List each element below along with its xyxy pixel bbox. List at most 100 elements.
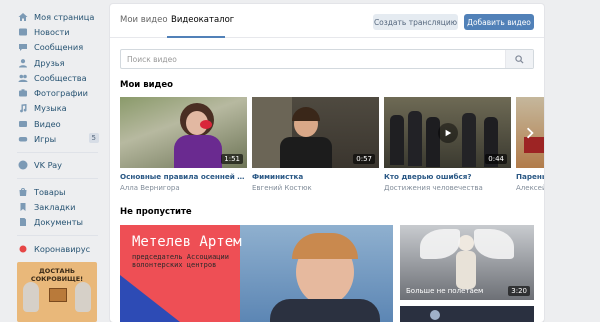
- video-author[interactable]: Алла Вернигора: [120, 184, 247, 192]
- thumb-logo: [430, 310, 440, 320]
- side-video-thumbnail[interactable]: Больше не полетаем 3:20: [400, 225, 534, 300]
- divider: [17, 234, 98, 236]
- sidebar-item-covid[interactable]: Коронавирус: [0, 241, 108, 256]
- goods-icon: [17, 186, 28, 197]
- video-title[interactable]: Парень п...: [516, 172, 544, 181]
- thumb-figure-body: [174, 135, 222, 168]
- thumb-figure: [408, 111, 422, 166]
- featured-subtitle: председатель Ассоциации волонтерских цен…: [132, 253, 229, 269]
- video-card[interactable]: Парень п... Алексей Е...: [516, 97, 544, 192]
- divider: [17, 177, 98, 179]
- featured-person-body: [270, 299, 380, 322]
- promo-banner[interactable]: ДОСТАНЬ СОКРОВИЩЕ!: [17, 262, 97, 322]
- sidebar-item-label: Товары: [34, 186, 66, 197]
- video-author[interactable]: Достижения человечества: [384, 184, 511, 192]
- thumb-angel-head: [458, 235, 474, 251]
- sidebar-item-messages[interactable]: Сообщения: [0, 40, 108, 55]
- messages-icon: [17, 42, 28, 53]
- video-main-card: Мои видео Видеокаталог Создать трансляци…: [110, 4, 544, 322]
- friends-icon: [17, 57, 28, 68]
- sidebar-item-documents[interactable]: Документы: [0, 215, 108, 230]
- side-video-thumbnail[interactable]: [400, 306, 534, 322]
- thumb-figure: [426, 117, 440, 167]
- sidebar-item-music[interactable]: Музыка: [0, 101, 108, 116]
- search-input[interactable]: [121, 50, 505, 68]
- sidebar-item-vkpay[interactable]: VK Pay: [0, 158, 108, 173]
- documents-icon: [17, 217, 28, 228]
- promo-title: ДОСТАНЬ СОКРОВИЩЕ!: [30, 267, 84, 283]
- search-icon[interactable]: [505, 50, 533, 68]
- sidebar-item-label: Сообщения: [34, 42, 84, 53]
- video-title[interactable]: Кто дверью ошибся?: [384, 172, 511, 181]
- thumb-heart: [200, 120, 212, 129]
- video-duration: 3:20: [508, 286, 530, 296]
- thumb-angel-wing: [474, 229, 514, 259]
- sidebar-item-news[interactable]: Новости: [0, 24, 108, 39]
- video-icon: [17, 118, 28, 129]
- sidebar-item-home[interactable]: Моя страница: [0, 9, 108, 24]
- sidebar-item-label: Друзья: [34, 57, 65, 68]
- covid-icon: [17, 243, 28, 254]
- side-video-title[interactable]: Больше не полетаем: [406, 287, 483, 295]
- home-icon: [17, 11, 28, 22]
- tab-my-videos[interactable]: Мои видео: [120, 15, 168, 25]
- add-video-button[interactable]: Добавить видео: [464, 14, 534, 30]
- count-badge: 5: [88, 133, 99, 144]
- thumb-figure-hair: [292, 107, 320, 121]
- sidebar-item-photos[interactable]: Фотографии: [0, 85, 108, 100]
- promo-character-left: [23, 282, 39, 312]
- sidebar-item-label: VK Pay: [34, 160, 63, 171]
- sidebar-item-label: Закладки: [34, 201, 76, 212]
- left-sidebar: Моя страница Новости Сообщения Друзья Сообще…: [0, 0, 108, 322]
- search-bar: [120, 49, 534, 69]
- video-card[interactable]: 0:57 Фиминистка Евгений Костюк: [252, 97, 379, 192]
- video-thumbnail[interactable]: [516, 97, 544, 168]
- thumb-figure-body: [280, 137, 332, 168]
- photos-icon: [17, 88, 28, 99]
- promo-treasure-chest: [49, 288, 67, 302]
- video-author[interactable]: Алексей Е...: [516, 184, 544, 192]
- promo-character-right: [75, 282, 91, 312]
- tab-video-catalog[interactable]: Видеокаталог: [171, 15, 234, 25]
- play-icon[interactable]: [437, 122, 458, 143]
- thumb-figure: [462, 113, 476, 167]
- sidebar-item-label: Музыка: [34, 103, 67, 114]
- sidebar-item-label: Новости: [34, 26, 70, 37]
- video-duration: 0:57: [353, 154, 375, 164]
- sidebar-item-label: Сообщества: [34, 72, 87, 83]
- active-tab-indicator: [167, 36, 225, 38]
- featured-name: Метелев Артем: [132, 234, 242, 250]
- sidebar-item-games[interactable]: Игры 5: [0, 131, 108, 146]
- featured-video-thumbnail[interactable]: Метелев Артем председатель Ассоциации во…: [120, 225, 393, 322]
- thumb-figure: [390, 115, 404, 165]
- sidebar-item-label: Видео: [34, 118, 61, 129]
- create-broadcast-button[interactable]: Создать трансляцию: [373, 14, 458, 30]
- video-author[interactable]: Евгений Костюк: [252, 184, 379, 192]
- bookmarks-icon: [17, 201, 28, 212]
- video-thumbnail[interactable]: 1:51: [120, 97, 247, 168]
- video-card[interactable]: 1:51 Основные правила осенней фотосес...…: [120, 97, 247, 192]
- sidebar-item-goods[interactable]: Товары: [0, 184, 108, 199]
- video-thumbnail[interactable]: 0:57: [252, 97, 379, 168]
- sidebar-item-communities[interactable]: Сообщества: [0, 70, 108, 85]
- music-icon: [17, 103, 28, 114]
- video-card[interactable]: 0:44 Кто дверью ошибся? Достижения челов…: [384, 97, 511, 192]
- tabs-bar: Мои видео Видеокаталог Создать трансляци…: [110, 4, 544, 38]
- communities-icon: [17, 72, 28, 83]
- thumb-angel-body: [456, 251, 476, 289]
- sidebar-item-friends[interactable]: Друзья: [0, 55, 108, 70]
- video-thumbnail[interactable]: 0:44: [384, 97, 511, 168]
- chevron-right-icon[interactable]: [524, 127, 536, 139]
- sidebar-item-video[interactable]: Видео: [0, 116, 108, 131]
- video-title[interactable]: Фиминистка: [252, 172, 379, 181]
- featured-subtitle-line: председатель Ассоциации: [132, 253, 229, 261]
- sidebar-item-label: Фотографии: [34, 88, 88, 99]
- video-duration: 1:51: [221, 154, 243, 164]
- section-title-dont-miss: Не пропустите: [120, 207, 192, 217]
- sidebar-item-label: Документы: [34, 217, 83, 228]
- vkpay-icon: [17, 160, 28, 171]
- sidebar-item-bookmarks[interactable]: Закладки: [0, 199, 108, 214]
- divider: [17, 151, 98, 153]
- video-title[interactable]: Основные правила осенней фотосес...: [120, 172, 247, 181]
- sidebar-item-label: Игры: [34, 134, 57, 145]
